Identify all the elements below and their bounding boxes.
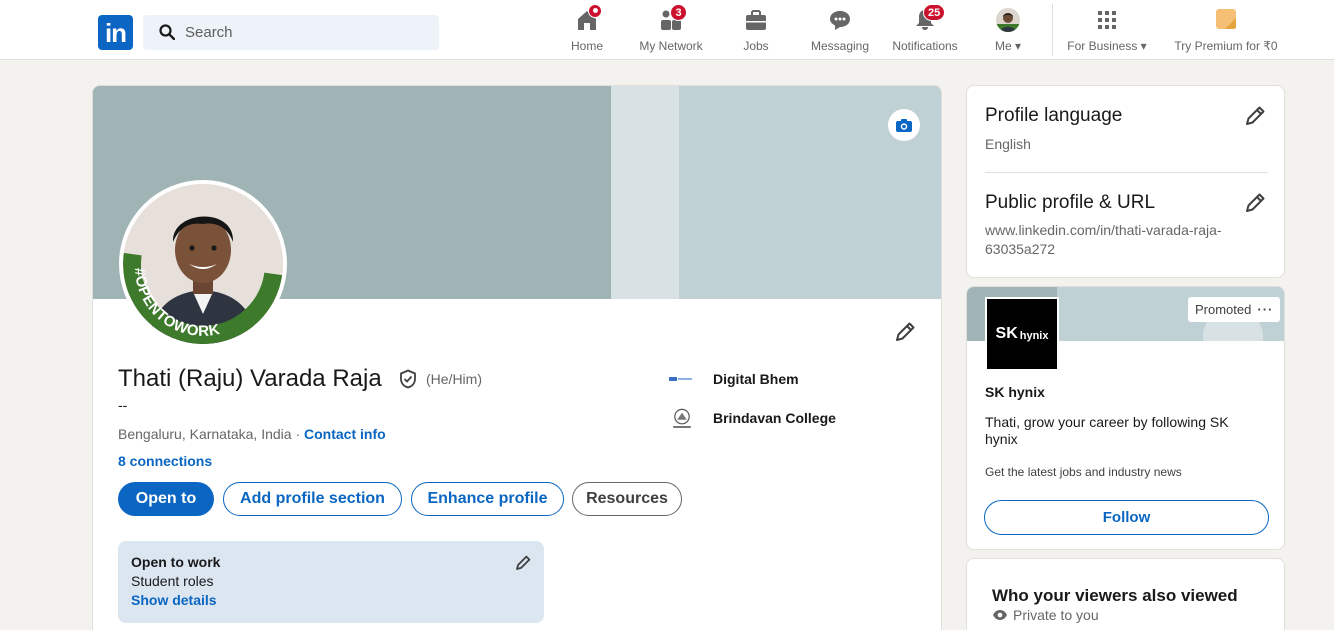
profile-language-title: Profile language xyxy=(985,105,1123,126)
edit-language-pencil-icon[interactable] xyxy=(1243,104,1267,128)
logo-text: SK xyxy=(995,325,1018,342)
nav-divider xyxy=(1052,4,1053,56)
nav-for-business[interactable]: For Business ▾ xyxy=(1064,8,1150,56)
resources-button[interactable]: Resources xyxy=(572,482,682,516)
ad-text: Thati, grow your career by following SK … xyxy=(985,414,1229,447)
profile-card: #OPENTOWORK Thati (Raju) Varada Raja (He… xyxy=(92,85,942,630)
nav-messaging-label: Messaging xyxy=(810,39,870,53)
nav-home-label: Home xyxy=(570,39,603,53)
open-to-work-roles: Student roles xyxy=(131,573,214,589)
edit-intro-pencil-icon[interactable] xyxy=(893,320,917,344)
edit-banner-button[interactable] xyxy=(888,109,920,141)
profile-name: Thati (Raju) Varada Raja xyxy=(118,365,382,392)
chevron-down-icon: ▾ xyxy=(1014,39,1022,53)
open-to-button[interactable]: Open to xyxy=(118,482,214,516)
follow-button[interactable]: Follow xyxy=(984,500,1269,535)
camera-icon xyxy=(896,119,912,132)
open-to-work-card[interactable]: Open to work Student roles Show details xyxy=(118,541,544,623)
profile-settings-card: Profile language English Public profile … xyxy=(966,85,1285,278)
viewers-also-viewed-card: Who your viewers also viewed Private to … xyxy=(966,558,1285,630)
pronouns: (He/Him) xyxy=(426,371,482,387)
nav-notifications-label: Notifications xyxy=(892,39,958,53)
profile-location: Bengaluru, Karnataka, India · Contact in… xyxy=(118,426,386,442)
logo-small-text: hynix xyxy=(1019,329,1049,342)
public-profile-url[interactable]: www.linkedin.com/in/thati-varada-raja-63… xyxy=(985,221,1245,259)
premium-icon xyxy=(1214,8,1238,34)
enhance-profile-button[interactable]: Enhance profile xyxy=(411,482,564,516)
nav-for-business-label: For Business ▾ xyxy=(1067,39,1147,53)
divider xyxy=(985,172,1268,173)
ad-company-name[interactable]: SK hynix xyxy=(985,384,1045,400)
nav-jobs-label: Jobs xyxy=(743,39,769,53)
edit-pencil-icon[interactable] xyxy=(514,554,532,572)
chevron-down-icon: ▾ xyxy=(1140,39,1147,53)
viewers-title: Who your viewers also viewed xyxy=(992,586,1238,605)
nav-try-premium[interactable]: Try Premium for ₹0 xyxy=(1170,8,1282,56)
eye-icon xyxy=(993,610,1007,620)
nav-messaging[interactable]: Messaging xyxy=(808,8,872,56)
open-to-work-frame: #OPENTOWORK xyxy=(131,267,222,340)
nav-me[interactable]: Me ▾ xyxy=(990,8,1026,56)
ad-subtext: Get the latest jobs and industry news xyxy=(985,465,1182,479)
promoted-label[interactable]: Promoted ··· xyxy=(1188,297,1281,322)
notifications-badge: 25 xyxy=(923,4,946,21)
profile-headline: -- xyxy=(118,397,128,413)
verification-shield-icon[interactable] xyxy=(398,369,418,389)
search-icon xyxy=(159,24,175,40)
promoted-ad-card: Promoted ··· SK hynix SK hynix Thati, grow… xyxy=(966,286,1285,550)
home-notification-dot xyxy=(588,4,602,18)
education-name: Brindavan College xyxy=(713,410,836,426)
promoted-text: Promoted xyxy=(1195,302,1252,317)
top-navigation: in Home 3 My Network Jobs Messaging 2 xyxy=(0,0,1334,60)
edit-url-pencil-icon[interactable] xyxy=(1243,191,1267,215)
search-input[interactable] xyxy=(185,15,425,50)
public-profile-title: Public profile & URL xyxy=(985,192,1156,213)
linkedin-logo[interactable]: in xyxy=(98,15,133,50)
nav-my-network-label: My Network xyxy=(639,39,703,53)
home-icon xyxy=(574,4,602,34)
private-text: Private to you xyxy=(1013,607,1099,623)
show-details-link[interactable]: Show details xyxy=(131,592,217,608)
message-icon xyxy=(828,8,852,34)
contact-info-link[interactable]: Contact info xyxy=(304,426,386,442)
nav-notifications[interactable]: 25 Notifications xyxy=(888,4,962,56)
nav-me-label: Me ▾ xyxy=(994,39,1022,53)
nav-try-premium-label: Try Premium for ₹0 xyxy=(1174,39,1278,53)
more-options-icon[interactable]: ··· xyxy=(1257,302,1273,317)
experience-name: Digital Bhem xyxy=(713,371,799,387)
profile-photo[interactable]: #OPENTOWORK xyxy=(119,180,287,348)
nav-my-network[interactable]: 3 My Network xyxy=(636,4,706,56)
open-to-work-title: Open to work xyxy=(131,554,221,570)
digital-bhem-logo xyxy=(669,375,695,383)
connections-link[interactable]: 8 connections xyxy=(118,453,212,469)
people-icon: 3 xyxy=(658,4,687,34)
profile-language-value: English xyxy=(985,136,1031,152)
me-avatar xyxy=(996,8,1020,34)
nav-jobs[interactable]: Jobs xyxy=(740,8,772,56)
svg-text:#OPENTOWORK: #OPENTOWORK xyxy=(131,267,222,340)
private-label: Private to you xyxy=(992,607,1099,623)
search-bar[interactable] xyxy=(143,15,439,50)
brindavan-college-logo xyxy=(673,408,691,428)
network-badge: 3 xyxy=(670,4,687,21)
location-text: Bengaluru, Karnataka, India · xyxy=(118,426,305,442)
nav-home[interactable]: Home xyxy=(566,4,608,56)
grid-icon xyxy=(1095,8,1119,34)
sk-hynix-logo[interactable]: SK hynix xyxy=(985,297,1059,371)
briefcase-icon xyxy=(744,8,768,34)
add-profile-section-button[interactable]: Add profile section xyxy=(223,482,402,516)
bell-icon: 25 xyxy=(913,4,946,34)
